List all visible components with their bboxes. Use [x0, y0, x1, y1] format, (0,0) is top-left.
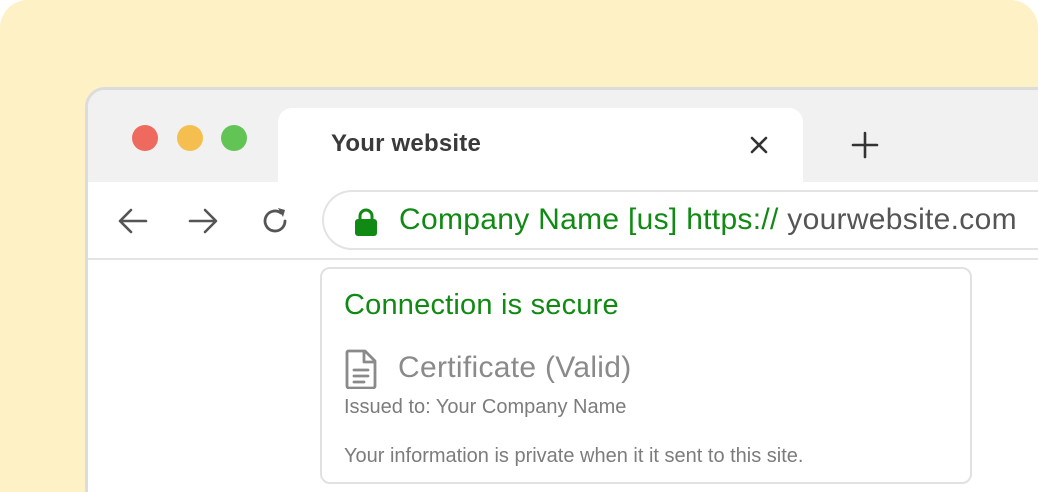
url-scheme: https://: [686, 203, 779, 236]
lock-icon[interactable]: [352, 207, 380, 237]
browser-tab-active[interactable]: Your website: [278, 108, 803, 188]
browser-toolbar: Company Name [us] https:// yourwebsite.c…: [88, 182, 1038, 260]
certificate-link[interactable]: Certificate (Valid): [398, 351, 632, 385]
privacy-note: Your information is private when it it s…: [344, 445, 804, 467]
close-icon[interactable]: [747, 133, 771, 157]
security-info-popup: Connection is secure Certificate (Valid)…: [320, 267, 972, 484]
maximize-window-button[interactable]: [221, 125, 247, 151]
reload-icon[interactable]: [258, 204, 292, 238]
certificate-issued-to: Issued to: Your Company Name: [344, 396, 627, 418]
browser-titlebar: Your website: [88, 90, 1038, 188]
browser-window: Your website Company Name [us] https:// …: [85, 87, 1038, 492]
address-bar[interactable]: Company Name [us] https:// yourwebsite.c…: [322, 190, 1038, 250]
minimize-window-button[interactable]: [177, 125, 203, 151]
page-background: Your website Company Name [us] https:// …: [0, 0, 1038, 492]
tab-title: Your website: [331, 130, 481, 157]
plus-icon[interactable]: [850, 130, 880, 160]
arrow-right-icon[interactable]: [186, 204, 220, 238]
connection-status-heading: Connection is secure: [344, 289, 619, 321]
close-window-button[interactable]: [132, 125, 158, 151]
url-host: yourwebsite.com: [787, 203, 1017, 236]
url-company: Company Name [us]: [399, 203, 678, 236]
document-icon[interactable]: [344, 349, 378, 390]
url-display: Company Name [us] https:// yourwebsite.c…: [399, 203, 1017, 237]
arrow-left-icon[interactable]: [116, 204, 150, 238]
